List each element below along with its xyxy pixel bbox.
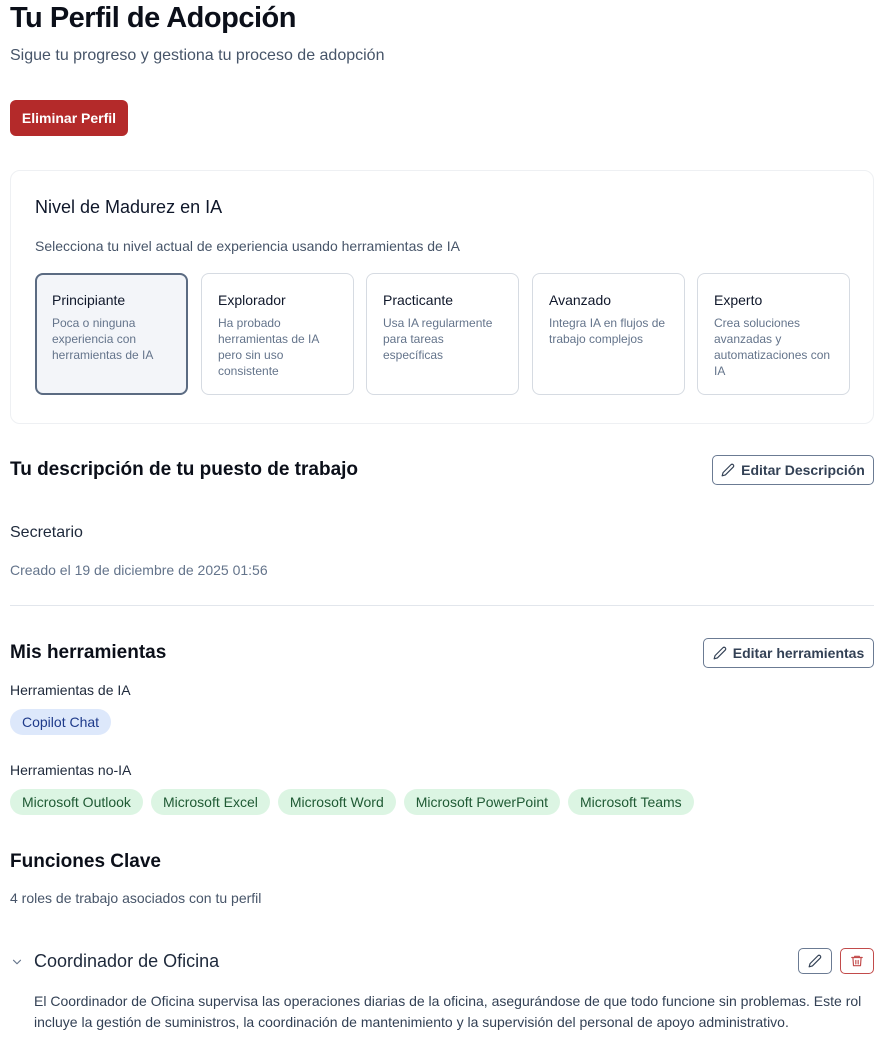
page-subtitle: Sigue tu progreso y gestiona tu proceso … [10, 47, 385, 64]
non-ai-tools-list: Microsoft Outlook Microsoft Excel Micros… [10, 789, 694, 815]
edit-description-button[interactable]: Editar Descripción [712, 455, 874, 485]
pencil-icon [713, 646, 727, 660]
edit-tools-button[interactable]: Editar herramientas [703, 638, 874, 668]
edit-tools-label: Editar herramientas [732, 645, 865, 661]
level-name: Avanzado [549, 292, 612, 308]
non-ai-tool-chip: Microsoft Teams [568, 789, 694, 815]
ai-tools-list: Copilot Chat [10, 709, 112, 735]
maturity-title: Nivel de Madurez en IA [35, 197, 223, 217]
maturity-card: Nivel de Madurez en IA Selecciona tu niv… [10, 170, 874, 424]
level-name: Experto [714, 292, 763, 308]
non-ai-tool-chip: Microsoft Outlook [10, 789, 143, 815]
trash-icon [851, 955, 863, 967]
level-description: Integra IA en flujos de trabajo complejo… [549, 316, 666, 346]
job-title-value: Secretario [10, 524, 83, 541]
created-date: Creado el 19 de diciembre de 2025 01:56 [10, 562, 268, 578]
job-description-title: Tu descripción de tu puesto de trabajo [10, 459, 359, 480]
pencil-icon [721, 463, 735, 477]
level-name: Practicante [383, 292, 454, 308]
pencil-icon [808, 954, 822, 968]
level-name: Explorador [218, 292, 286, 308]
level-option-explorador[interactable]: Explorador Ha probado herramientas de IA… [201, 273, 354, 395]
level-option-experto[interactable]: Experto Crea soluciones avanzadas y auto… [697, 273, 850, 395]
non-ai-tool-chip: Microsoft PowerPoint [403, 789, 561, 815]
edit-description-label: Editar Descripción [741, 462, 865, 478]
role-description: El Coordinador de Oficina supervisa las … [34, 993, 862, 1030]
chevron-down-icon[interactable] [10, 955, 24, 969]
page-title: Tu Perfil de Adopción [10, 2, 296, 34]
delete-profile-button[interactable]: Eliminar Perfil [10, 100, 128, 136]
maturity-subtitle: Selecciona tu nivel actual de experienci… [35, 238, 460, 254]
level-option-practicante[interactable]: Practicante Usa IA regularmente para tar… [366, 273, 519, 395]
edit-role-button[interactable] [798, 948, 832, 974]
non-ai-tool-chip: Microsoft Excel [150, 789, 270, 815]
level-description: Poca o ninguna experiencia con herramien… [52, 316, 154, 362]
ai-tool-chip: Copilot Chat [10, 709, 112, 735]
role-title[interactable]: Coordinador de Oficina [34, 951, 219, 972]
tools-title: Mis herramientas [10, 642, 167, 663]
delete-role-button[interactable] [840, 948, 874, 974]
key-functions-title: Funciones Clave [10, 851, 161, 872]
ai-tools-label: Herramientas de IA [10, 682, 131, 698]
level-name: Principiante [52, 292, 126, 308]
non-ai-tool-chip: Microsoft Word [277, 789, 396, 815]
section-divider [10, 605, 874, 606]
key-functions-subtitle: 4 roles de trabajo asociados con tu perf… [10, 890, 262, 906]
non-ai-tools-label: Herramientas no-IA [10, 762, 132, 778]
level-description: Usa IA regularmente para tareas específi… [383, 316, 493, 362]
level-description: Ha probado herramientas de IA pero sin u… [218, 316, 319, 378]
level-option-avanzado[interactable]: Avanzado Integra IA en flujos de trabajo… [532, 273, 685, 395]
level-description: Crea soluciones avanzadas y automatizaci… [714, 316, 831, 378]
level-option-principiante[interactable]: Principiante Poca o ninguna experiencia … [35, 273, 188, 395]
